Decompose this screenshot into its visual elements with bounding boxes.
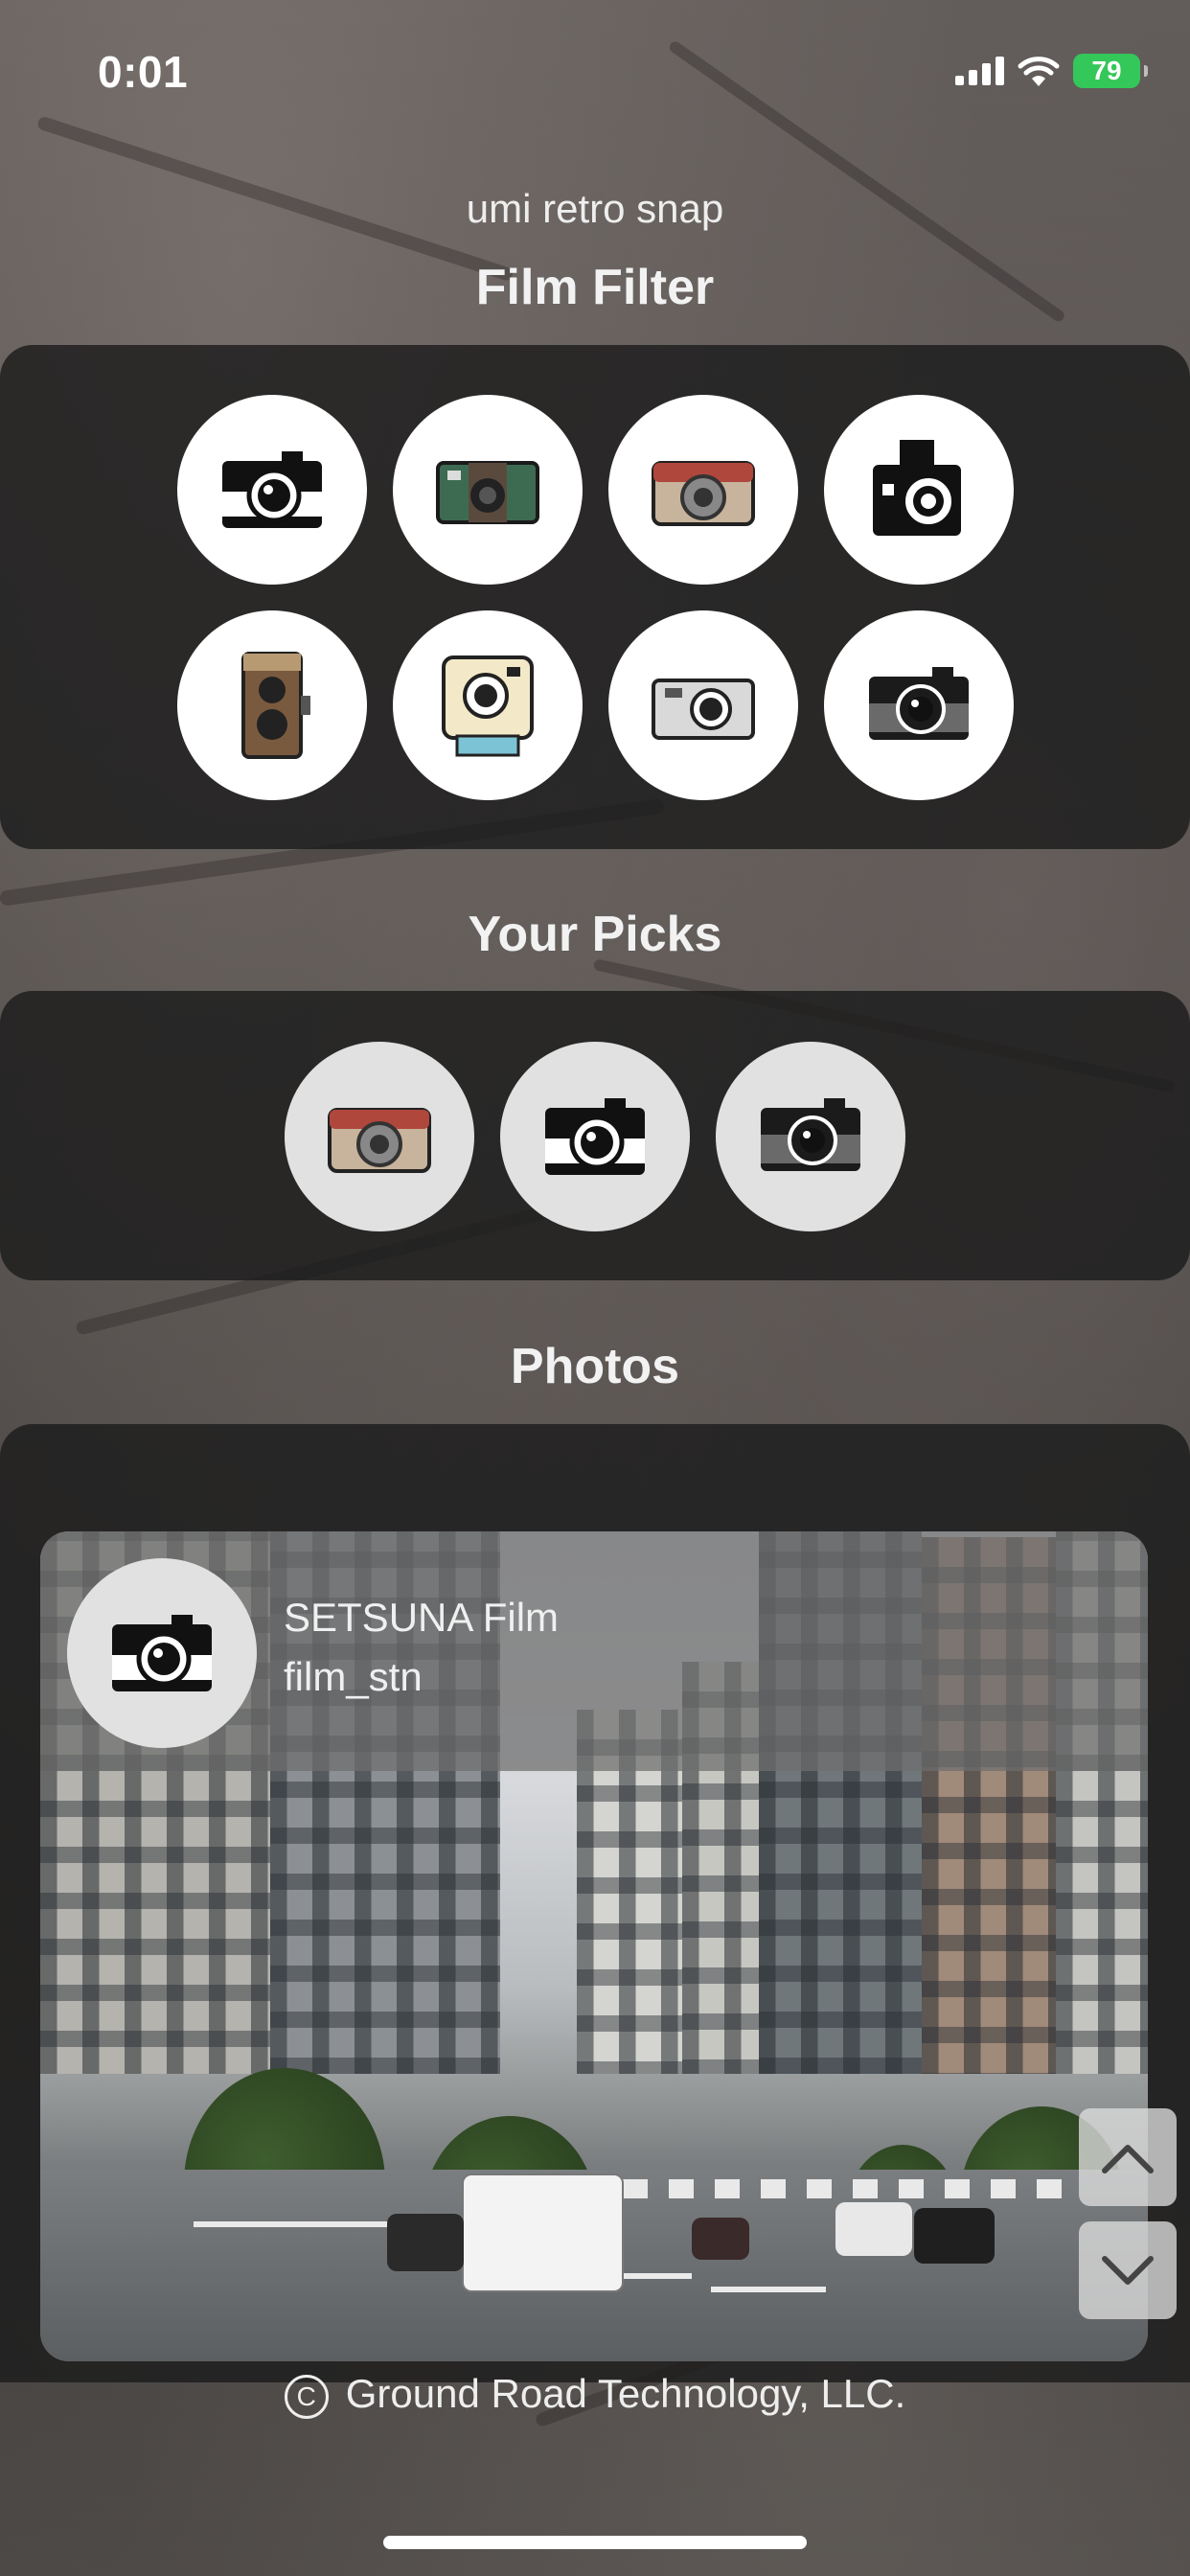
film-filter-camera-5[interactable] [177, 610, 367, 800]
pick-camera-1[interactable] [285, 1042, 474, 1231]
copyright-icon: C [284, 2374, 329, 2419]
brown-retro-camera-icon [328, 1108, 431, 1173]
photo-card[interactable]: SETSUNA Film film_stn [40, 1531, 1148, 2361]
chevron-down-icon [1102, 2256, 1154, 2285]
app-name: umi retro snap [466, 186, 724, 231]
page-title: Film Filter [475, 260, 715, 315]
scroll-down-button[interactable] [1079, 2221, 1177, 2319]
photo-car [387, 2214, 464, 2271]
film-filter-camera-6[interactable] [393, 610, 583, 800]
film-name: SETSUNA Film [284, 1595, 560, 1640]
black-rangefinder-camera-icon [545, 1098, 645, 1175]
medium-format-camera-icon [873, 440, 961, 536]
pick-camera-2[interactable] [500, 1042, 690, 1231]
film-id: film_stn [284, 1654, 423, 1699]
black-rangefinder-camera-icon [222, 451, 322, 528]
pick-camera-3[interactable] [716, 1042, 905, 1231]
status-indicators: 79 [955, 54, 1148, 88]
your-picks-panel [0, 991, 1190, 1280]
photos-title: Photos [510, 1339, 680, 1394]
status-time: 0:01 [98, 47, 189, 97]
black-rangefinder-camera-icon [112, 1615, 212, 1691]
black-compact-camera-icon [869, 667, 969, 740]
film-filter-camera-4[interactable] [824, 395, 1014, 585]
twin-lens-reflex-camera-icon [241, 652, 310, 759]
black-compact-camera-icon [761, 1098, 860, 1171]
chevron-up-icon [1102, 2145, 1154, 2174]
your-picks-title: Your Picks [468, 907, 722, 962]
film-filter-camera-8[interactable] [824, 610, 1014, 800]
brown-retro-camera-icon [652, 461, 755, 526]
photo-lane-mark [711, 2287, 826, 2292]
photo-card-camera[interactable] [67, 1558, 257, 1748]
scroll-up-button[interactable] [1079, 2108, 1177, 2206]
film-filter-camera-3[interactable] [608, 395, 798, 585]
battery-level: 79 [1091, 56, 1122, 85]
film-filter-camera-2[interactable] [393, 395, 583, 585]
photo-car [914, 2208, 995, 2264]
photo-crosswalk [577, 2179, 1075, 2198]
copyright-text: Ground Road Technology, LLC. [345, 2371, 906, 2416]
silver-compact-camera-icon [652, 678, 755, 740]
instant-camera-icon [442, 656, 534, 757]
green-compact-camera-icon [436, 461, 539, 524]
home-indicator[interactable] [383, 2536, 807, 2549]
copyright: C Ground Road Technology, LLC. [0, 2371, 1190, 2419]
wifi-icon [1018, 57, 1060, 86]
battery-icon: 79 [1073, 54, 1148, 88]
photo-car [692, 2218, 749, 2260]
photo-lane-mark [194, 2221, 404, 2227]
film-filter-camera-7[interactable] [608, 610, 798, 800]
photo-car [835, 2202, 912, 2256]
cellular-signal-icon [955, 57, 1004, 85]
photo-van [462, 2174, 624, 2292]
film-filter-panel [0, 345, 1190, 849]
film-filter-camera-1[interactable] [177, 395, 367, 585]
